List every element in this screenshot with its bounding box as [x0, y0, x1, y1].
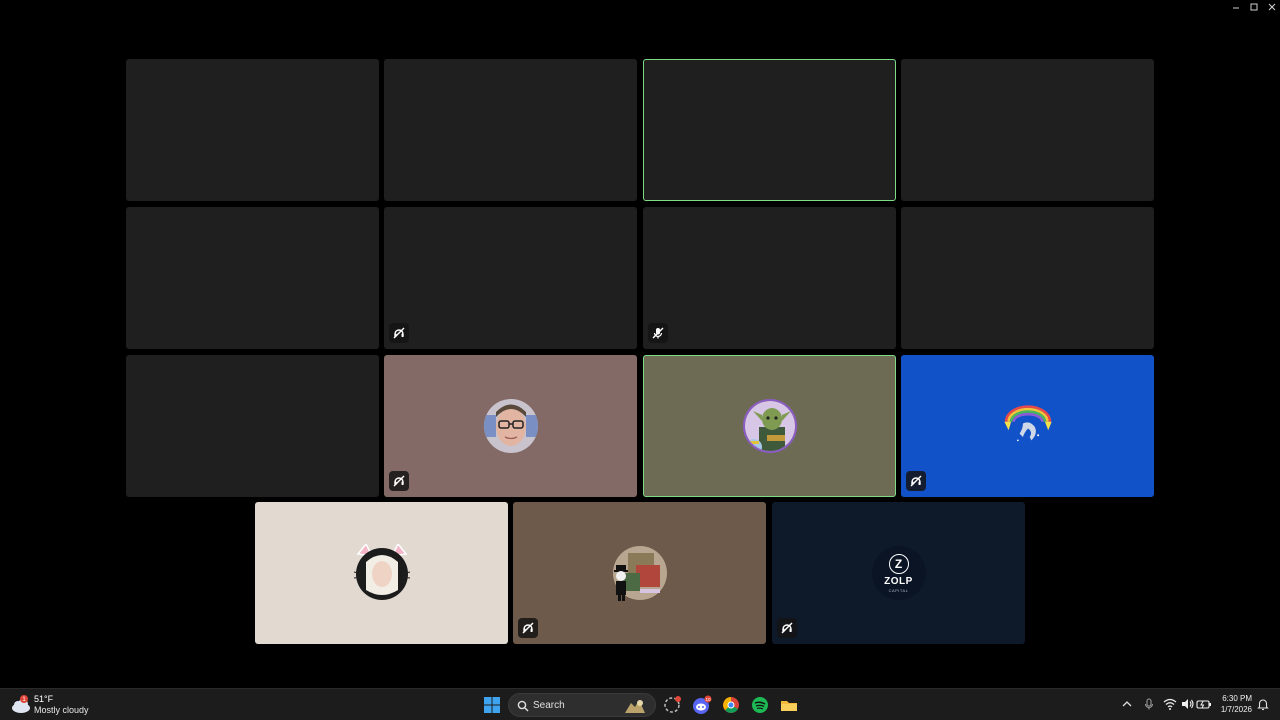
- deafened-badge: [389, 323, 409, 343]
- participant-tile[interactable]: [901, 207, 1154, 349]
- maximize-button[interactable]: [1248, 2, 1260, 14]
- participant-tile-speaking[interactable]: [643, 355, 896, 497]
- volume-icon[interactable]: [1180, 697, 1194, 711]
- deafened-badge: [777, 618, 797, 638]
- participant-tile[interactable]: [126, 207, 379, 349]
- dolphin-rainbow-avatar: [1000, 399, 1055, 453]
- maximize-icon: [1250, 3, 1258, 11]
- search-icon: [517, 700, 529, 712]
- microphone-icon[interactable]: [1142, 697, 1156, 711]
- participant-tile[interactable]: [126, 59, 379, 201]
- zolp-logo-subtext: CAPITAL: [888, 588, 909, 593]
- deafened-icon: [393, 327, 405, 339]
- chevron-up-icon[interactable]: [1120, 697, 1134, 711]
- search-label: Search: [533, 700, 565, 711]
- wifi-icon[interactable]: [1163, 697, 1177, 711]
- cat-ears-avatar: [353, 544, 410, 600]
- participant-tile[interactable]: [384, 59, 637, 201]
- copilot-icon[interactable]: [662, 695, 682, 715]
- participant-tile[interactable]: [126, 355, 379, 497]
- participant-tile[interactable]: [643, 207, 896, 349]
- clock-date[interactable]: 1/7/2026: [1212, 705, 1252, 714]
- deafened-badge: [389, 471, 409, 491]
- bell-icon[interactable]: [1256, 697, 1270, 711]
- discord-badge: 10: [705, 697, 711, 702]
- participant-tile[interactable]: [901, 59, 1154, 201]
- mic-muted-icon: [652, 327, 664, 339]
- battery-icon[interactable]: [1196, 697, 1212, 711]
- participant-tile[interactable]: [513, 502, 766, 644]
- deafened-icon: [522, 622, 534, 634]
- zolp-logo-letter: Z: [888, 554, 909, 574]
- person-glasses-avatar: [483, 399, 538, 453]
- taskbar-search[interactable]: Search: [508, 693, 656, 717]
- discord-icon[interactable]: 10: [692, 695, 712, 715]
- monopoly-avatar: [612, 546, 667, 601]
- clock-time[interactable]: 6:30 PM: [1212, 694, 1252, 703]
- participant-tile[interactable]: [384, 207, 637, 349]
- deafened-icon: [393, 475, 405, 487]
- window-titlebar: [0, 0, 1280, 16]
- weather-desc: Mostly cloudy: [34, 705, 89, 715]
- call-grid: Z ZOLP CAPITAL: [0, 16, 1280, 688]
- deafened-icon: [781, 622, 793, 634]
- participant-tile[interactable]: Z ZOLP CAPITAL: [772, 502, 1025, 644]
- deafened-badge: [518, 618, 538, 638]
- close-icon: [1268, 3, 1276, 11]
- minimize-icon: [1233, 7, 1239, 9]
- close-button[interactable]: [1266, 2, 1278, 14]
- minimize-button[interactable]: [1230, 2, 1242, 14]
- weather-temp: 51°F: [34, 694, 54, 704]
- participant-tile[interactable]: [384, 355, 637, 497]
- search-highlight-icon: [625, 700, 645, 713]
- file-explorer-icon[interactable]: [779, 695, 799, 715]
- zolp-logo-text: ZOLP: [884, 576, 913, 587]
- participant-tile-speaking[interactable]: [643, 59, 896, 201]
- goblin-avatar: [742, 399, 797, 453]
- deafened-badge: [906, 471, 926, 491]
- chrome-icon[interactable]: [721, 695, 741, 715]
- zolp-logo-avatar: Z ZOLP CAPITAL: [871, 546, 926, 600]
- weather-widget[interactable]: 1 51°F Mostly cloudy: [10, 693, 120, 717]
- participant-tile[interactable]: [255, 502, 508, 644]
- participant-tile[interactable]: [901, 355, 1154, 497]
- spotify-icon[interactable]: [750, 695, 770, 715]
- deafened-icon: [910, 475, 922, 487]
- taskbar: 1 51°F Mostly cloudy Search 10 6:30 PM 1…: [0, 688, 1280, 720]
- cloud-icon: 1: [12, 695, 30, 713]
- windows-start-icon[interactable]: [483, 696, 501, 714]
- mic-muted-badge: [648, 323, 668, 343]
